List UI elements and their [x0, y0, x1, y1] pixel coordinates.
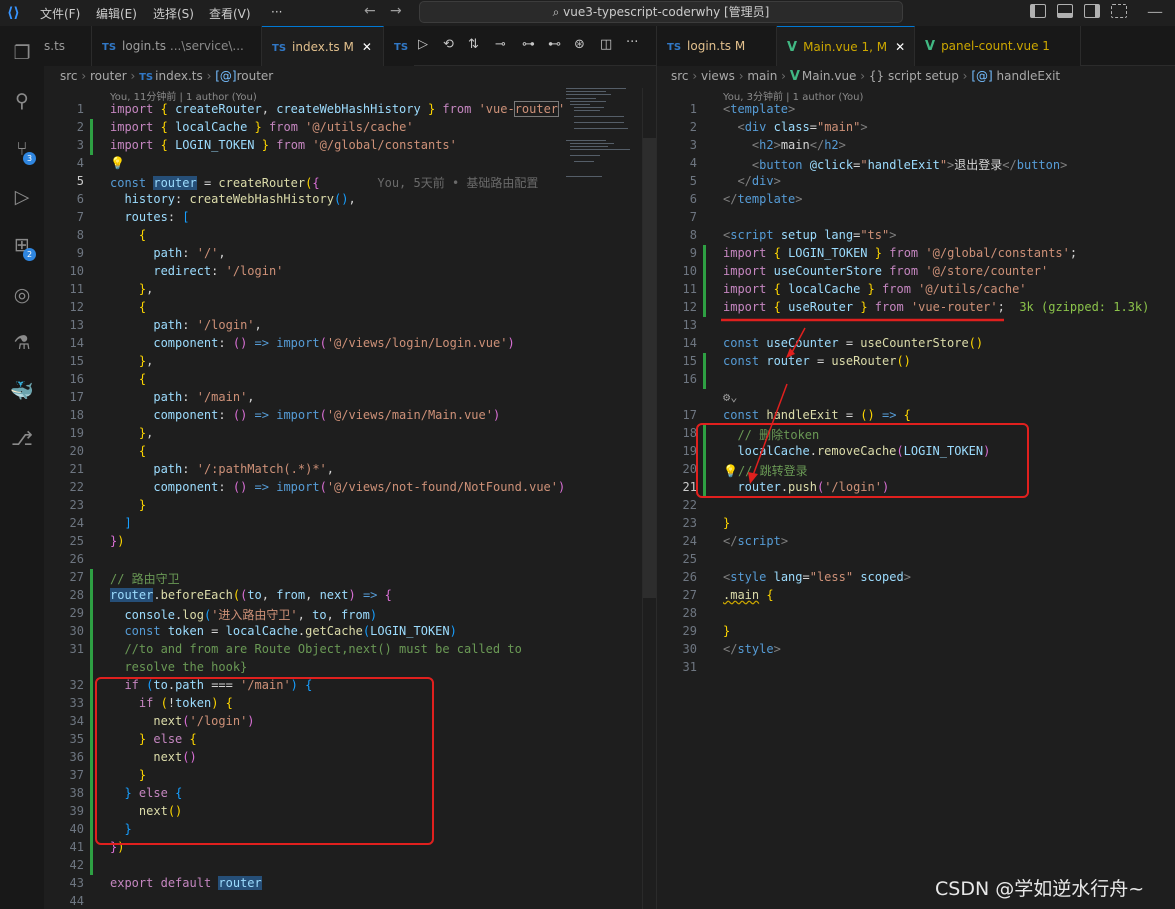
watermark: CSDN @学如逆水行舟~ [935, 878, 1145, 900]
annotation-arrowhead [748, 472, 758, 484]
annotation-arrows [721, 318, 1004, 484]
annotation-arrow [751, 383, 788, 479]
